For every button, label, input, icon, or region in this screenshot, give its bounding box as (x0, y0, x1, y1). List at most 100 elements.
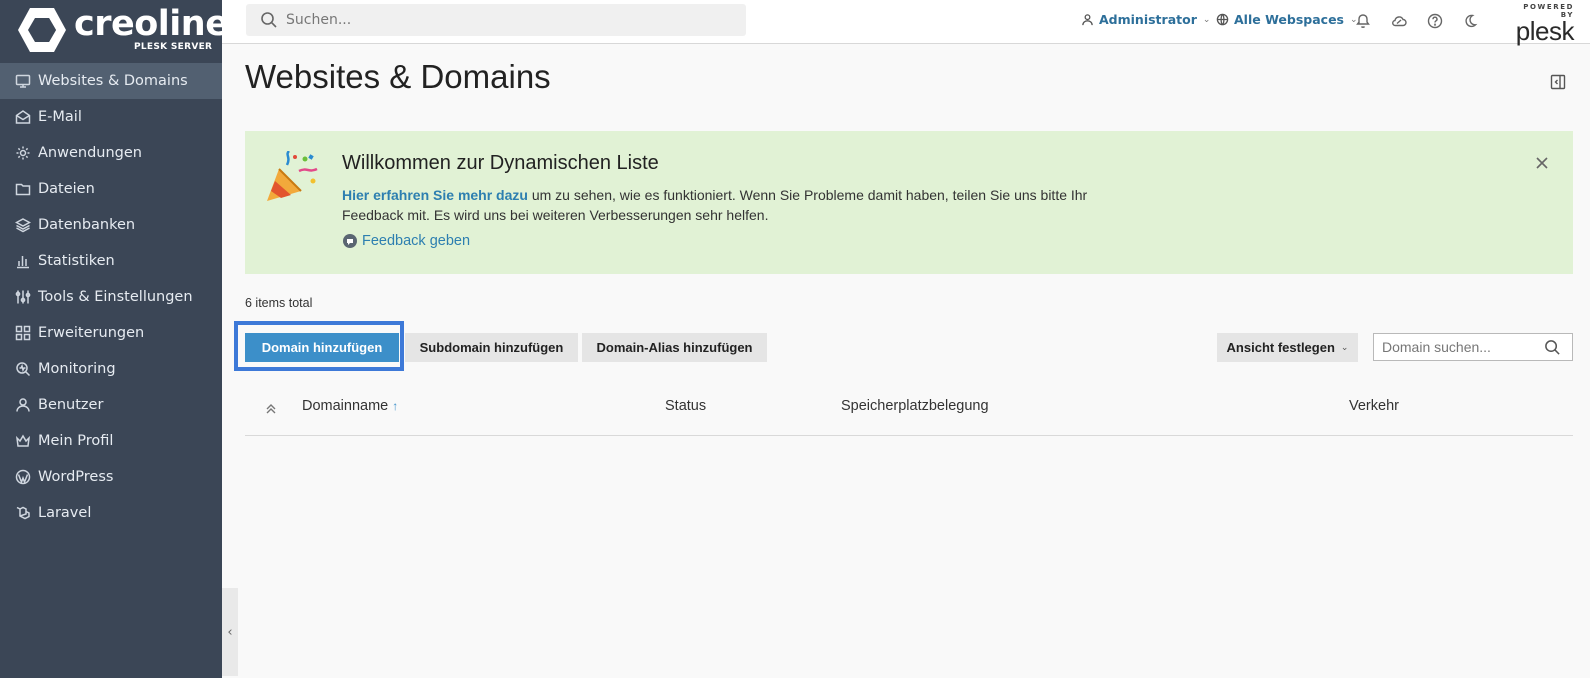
view-settings-label: Ansicht festlegen (1226, 340, 1335, 355)
user-menu-label: Administrator (1099, 12, 1197, 27)
column-header-domainname[interactable]: Domainname ↑ (302, 398, 398, 414)
sidebar-item-laravel[interactable]: Laravel (0, 495, 222, 531)
brand-subtitle: PLESK SERVER (134, 42, 213, 52)
column-header-speicherplatz[interactable]: Speicherplatzbelegung (841, 398, 989, 414)
sidebar-item-dateien[interactable]: Dateien (0, 171, 222, 207)
sidebar-item-tools-einstellungen[interactable]: Tools & Einstellungen (0, 279, 222, 315)
user-icon (1082, 14, 1093, 26)
sidebar-nav: Websites & Domains E-Mail Anwendungen Da… (0, 63, 222, 531)
help-button[interactable] (1424, 10, 1446, 32)
chevron-down-icon: ⌄ (1340, 342, 1349, 352)
sidebar-item-label: Datenbanken (38, 217, 136, 233)
monitoring-search-icon (14, 360, 32, 378)
gear-icon (14, 144, 32, 162)
dark-mode-toggle[interactable] (1459, 10, 1481, 32)
expand-all-button[interactable] (265, 400, 279, 414)
double-chevron-up-icon (266, 404, 276, 414)
sliders-icon (14, 288, 32, 306)
sidebar-item-label: Laravel (38, 505, 92, 521)
sidebar-item-label: Websites & Domains (38, 73, 188, 89)
grid-icon (14, 324, 32, 342)
banner-close-button[interactable] (1535, 155, 1549, 169)
mail-icon (14, 108, 32, 126)
monitor-icon (14, 72, 32, 90)
sidebar-item-erweiterungen[interactable]: Erweiterungen (0, 315, 222, 351)
user-icon (14, 396, 32, 414)
column-header-status[interactable]: Status (665, 398, 706, 414)
domain-search[interactable] (1373, 333, 1573, 361)
sidebar-item-label: Dateien (38, 181, 95, 197)
sidebar-item-label: E-Mail (38, 109, 82, 125)
sidebar-item-anwendungen[interactable]: Anwendungen (0, 135, 222, 171)
sidebar-item-label: Tools & Einstellungen (38, 289, 193, 305)
sidebar-item-label: Statistiken (38, 253, 115, 269)
wordpress-icon (14, 468, 32, 486)
sidebar-item-mein-profil[interactable]: Mein Profil (0, 423, 222, 459)
sidebar-item-label: WordPress (38, 469, 114, 485)
moon-icon (1465, 14, 1478, 28)
table-header: Domainname ↑ Status Speicherplatzbelegung… (245, 388, 1573, 436)
plesk-logo: plesk (1515, 16, 1575, 46)
add-subdomain-button[interactable]: Subdomain hinzufügen (405, 333, 578, 362)
side-panel-toggle[interactable] (1550, 74, 1568, 92)
global-search[interactable] (246, 4, 746, 36)
cloud-icon (1392, 16, 1407, 27)
brand-logo[interactable]: creoline PLESK SERVER (0, 0, 229, 60)
global-search-input[interactable] (286, 12, 726, 28)
brand-name: creoline (74, 4, 229, 44)
focus-ring (234, 321, 404, 371)
webspace-selector[interactable]: Alle Webspaces ⌄ (1216, 12, 1358, 27)
plesk-badge[interactable]: POWERED BY plesk (1514, 3, 1575, 46)
creoline-logo-icon (18, 8, 66, 52)
feedback-label: Feedback geben (362, 233, 471, 249)
notifications-button[interactable] (1352, 10, 1374, 32)
sidebar-item-wordpress[interactable]: WordPress (0, 459, 222, 495)
layers-icon (14, 216, 32, 234)
sidebar-item-monitoring[interactable]: Monitoring (0, 351, 222, 387)
learn-more-link[interactable]: Hier erfahren Sie mehr dazu (342, 187, 528, 203)
globe-icon (1216, 13, 1229, 26)
search-icon[interactable] (1544, 339, 1561, 356)
sidebar-item-label: Anwendungen (38, 145, 142, 161)
sidebar-item-label: Monitoring (38, 361, 116, 377)
sidebar-collapse-handle[interactable]: ‹ (222, 588, 238, 676)
welcome-banner: Willkommen zur Dynamischen Liste Hier er… (245, 131, 1573, 274)
megaphone-icon (1356, 14, 1370, 28)
chevron-down-icon: ⌄ (1202, 14, 1211, 25)
bar-chart-icon (14, 252, 32, 270)
sidebar-item-websites-domains[interactable]: Websites & Domains (0, 63, 222, 99)
column-header-verkehr[interactable]: Verkehr (1349, 398, 1399, 414)
sidebar-item-email[interactable]: E-Mail (0, 99, 222, 135)
sidebar-item-benutzer[interactable]: Benutzer (0, 387, 222, 423)
banner-title: Willkommen zur Dynamischen Liste (342, 152, 659, 174)
top-bar: Administrator ⌄ Alle Webspaces ⌄ POWERED… (222, 0, 1590, 44)
webspace-selector-label: Alle Webspaces (1234, 12, 1344, 27)
feedback-icon (343, 234, 357, 248)
feedback-link[interactable]: Feedback geben (342, 233, 470, 249)
laravel-icon (14, 504, 32, 522)
domain-search-input[interactable] (1374, 339, 1544, 355)
user-menu[interactable]: Administrator ⌄ (1081, 12, 1210, 27)
sidebar: creoline PLESK SERVER Websites & Domains… (0, 0, 229, 678)
search-icon (261, 12, 277, 28)
help-icon (1427, 13, 1443, 29)
banner-text: Hier erfahren Sie mehr dazu um zu sehen,… (342, 185, 1132, 225)
items-total: 6 items total (245, 296, 313, 310)
sidebar-item-label: Mein Profil (38, 433, 114, 449)
sort-ascending-icon: ↑ (392, 399, 399, 413)
sidebar-item-label: Benutzer (38, 397, 104, 413)
page-title: Websites & Domains (245, 58, 551, 95)
crown-icon (14, 432, 32, 450)
chevron-left-icon: ‹ (227, 624, 233, 640)
close-icon (1536, 157, 1548, 169)
panel-collapse-icon (1550, 74, 1566, 90)
cloud-button[interactable] (1388, 10, 1410, 32)
party-popper-icon (267, 151, 318, 201)
sidebar-item-label: Erweiterungen (38, 325, 145, 341)
folder-icon (14, 180, 32, 198)
column-label: Domainname (302, 398, 389, 414)
sidebar-item-datenbanken[interactable]: Datenbanken (0, 207, 222, 243)
view-settings-button[interactable]: Ansicht festlegen ⌄ (1217, 333, 1358, 362)
add-domain-alias-button[interactable]: Domain-Alias hinzufügen (582, 333, 767, 362)
sidebar-item-statistiken[interactable]: Statistiken (0, 243, 222, 279)
